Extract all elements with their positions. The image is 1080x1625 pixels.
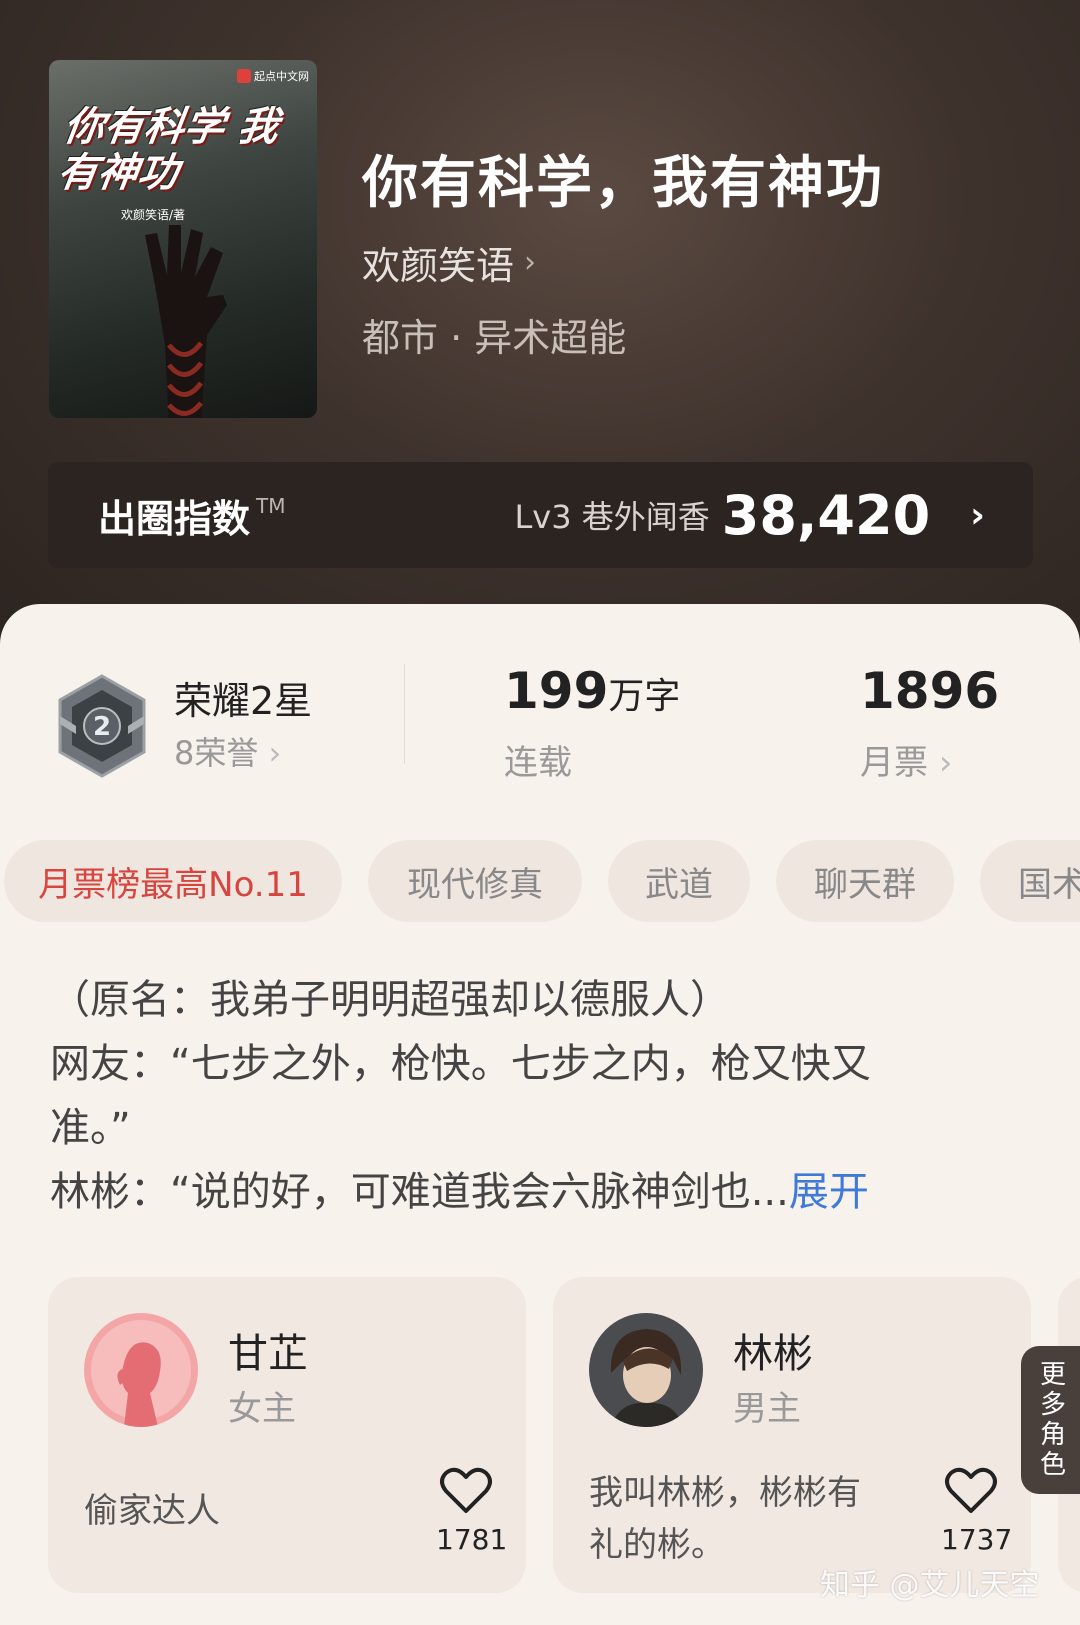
word-count: 199万字 <box>504 662 680 720</box>
role-card[interactable]: 林彬 男主 我叫林彬，彬彬有礼的彬。 1737 <box>553 1277 1031 1593</box>
honor-title: 荣耀2星 <box>174 679 313 723</box>
serial-status: 连载 <box>504 743 572 783</box>
tag-ranking[interactable]: 月票榜最高No.11 <box>4 840 342 922</box>
honor-link[interactable]: 8荣誉 › <box>174 728 281 774</box>
expand-link[interactable]: 展开 <box>789 1169 869 1215</box>
popularity-index-bar[interactable]: 出圈指数 TM Lv3 巷外闻香 38,420 › <box>48 462 1033 568</box>
monthly-votes-value: 1896 <box>860 662 1000 720</box>
index-label: 出圈指数 <box>98 496 251 541</box>
synopsis-line: （原名：我弟子明明超强却以德服人） <box>50 977 730 1023</box>
synopsis-line: 网友：“七步之外，枪快。七步之内，枪又快又 <box>50 1041 871 1087</box>
book-genre: 都市 · 异术超能 <box>362 316 627 360</box>
word-count-value: 199 <box>504 662 609 720</box>
honor-count: 8荣誉 <box>174 734 259 772</box>
male-portrait-icon <box>589 1313 703 1427</box>
like-count: 1737 <box>941 1523 1013 1556</box>
book-title: 你有科学，我有神功 <box>362 150 884 216</box>
index-score: 38,420 <box>721 483 931 547</box>
role-card[interactable]: 甘芷 女主 偷家达人 1781 <box>48 1277 526 1593</box>
more-roles-button[interactable]: 更多角色 <box>1021 1346 1080 1494</box>
index-level: Lv3 巷外闻香 <box>514 498 710 536</box>
role-name: 林彬 <box>733 1331 813 1377</box>
cover-author: 欢颜笑语/著 <box>121 208 186 222</box>
heart-icon <box>440 1467 492 1513</box>
cover-hand-illustration <box>145 225 227 418</box>
chevron-right-icon: › <box>970 494 985 536</box>
author-link[interactable]: 欢颜笑语 › <box>362 235 536 290</box>
role-type: 女主 <box>228 1389 296 1429</box>
chevron-right-icon: › <box>268 734 282 772</box>
chevron-right-icon: › <box>938 743 953 783</box>
medal-level: 2 <box>93 712 111 742</box>
author-name: 欢颜笑语 <box>362 244 515 288</box>
cover-title: 你有科学 我有神功 <box>54 103 282 196</box>
monthly-votes-label: 月票 <box>860 743 928 783</box>
role-name: 甘芷 <box>228 1331 308 1377</box>
stat-divider <box>404 664 405 764</box>
synopsis: （原名：我弟子明明超强却以德服人） 网友：“七步之外，枪快。七步之内，枪又快又 … <box>50 968 1010 1224</box>
synopsis-line: 林彬：“说的好，可难道我会六脉神剑也... <box>50 1169 789 1215</box>
synopsis-line: 准。” <box>50 1105 131 1151</box>
watermark: 知乎 @艾儿天空 <box>820 1568 1040 1603</box>
more-roles-label: 更多角色 <box>1039 1360 1066 1480</box>
synopsis-line-last: 林彬：“说的好，可难道我会六脉神剑也...展开 <box>50 1160 1010 1224</box>
medal-icon: 2 <box>58 674 146 778</box>
like-count: 1781 <box>436 1523 508 1556</box>
tag-list: 月票榜最高No.11 现代修真 武道 聊天群 国术 <box>4 840 1080 924</box>
publisher-badge: 起点中文网 <box>237 68 309 84</box>
tag-item[interactable]: 现代修真 <box>368 840 582 922</box>
role-type: 男主 <box>733 1389 801 1429</box>
like-button[interactable]: 1737 <box>941 1465 1013 1556</box>
like-button[interactable]: 1781 <box>436 1465 508 1556</box>
chevron-right-icon: › <box>524 245 537 280</box>
role-desc: 偷家达人 <box>84 1491 220 1531</box>
publisher-logo-icon <box>237 69 251 83</box>
avatar <box>84 1313 198 1427</box>
book-cover[interactable]: 起点中文网 你有科学 我有神功 欢颜笑语/著 <box>49 60 317 418</box>
monthly-votes-link[interactable]: 月票 › <box>860 735 952 784</box>
trademark-mark: TM <box>256 494 286 518</box>
avatar <box>589 1313 703 1427</box>
word-count-unit: 万字 <box>608 676 681 717</box>
role-desc: 我叫林彬，彬彬有礼的彬。 <box>589 1473 861 1565</box>
tag-item[interactable]: 武道 <box>608 840 750 922</box>
tag-item[interactable]: 聊天群 <box>776 840 954 922</box>
heart-icon <box>945 1467 997 1513</box>
female-silhouette-icon <box>84 1313 198 1427</box>
tag-item[interactable]: 国术 <box>980 840 1080 922</box>
